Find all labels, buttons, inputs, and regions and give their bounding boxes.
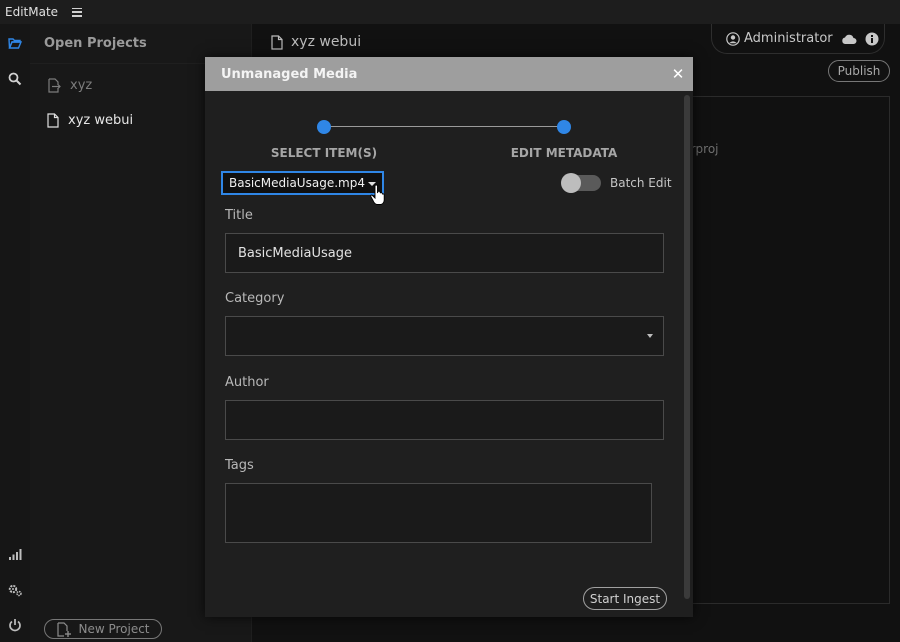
user-name: Administrator [744, 31, 833, 46]
title-label: Title [225, 208, 253, 223]
dialog-title: Unmanaged Media [221, 66, 358, 82]
tags-field[interactable] [225, 483, 652, 543]
settings-icon[interactable] [8, 583, 22, 597]
close-icon[interactable]: ✕ [663, 57, 693, 91]
cloud-icon[interactable] [841, 33, 857, 45]
hamburger-menu-icon[interactable] [72, 7, 83, 17]
chevron-down-icon [647, 334, 653, 338]
document-icon [271, 34, 283, 50]
publish-button[interactable]: Publish [828, 60, 890, 82]
author-field[interactable] [225, 400, 664, 440]
title-field[interactable]: BasicMediaUsage [225, 233, 664, 273]
batch-edit-label: Batch Edit [610, 176, 672, 190]
dialog-header: Unmanaged Media ✕ [205, 57, 693, 91]
add-file-icon [57, 621, 72, 637]
project-title-text: xyz webui [291, 34, 362, 50]
icon-rail [0, 24, 30, 642]
project-label: xyz [70, 78, 93, 93]
user-menu[interactable]: Administrator [711, 24, 885, 54]
title-bar: EditMate [0, 0, 900, 24]
tags-label: Tags [225, 458, 254, 473]
user-icon [726, 31, 740, 46]
step-dot-metadata [557, 120, 571, 134]
batch-edit-toggle[interactable] [561, 173, 601, 193]
start-ingest-button[interactable]: Start Ingest [583, 587, 667, 610]
hand-cursor-icon [370, 184, 385, 205]
unmanaged-media-dialog: Unmanaged Media ✕ SELECT ITEM(S) EDIT ME… [205, 57, 693, 617]
info-icon[interactable] [865, 32, 879, 46]
search-icon[interactable] [8, 72, 22, 86]
project-label: xyz webui [68, 113, 134, 128]
title-value: BasicMediaUsage [238, 245, 352, 261]
file-select-dropdown[interactable]: BasicMediaUsage.mp4 [221, 171, 384, 195]
project-content-panel [683, 96, 890, 604]
dialog-scrollbar[interactable] [684, 95, 690, 599]
new-project-button[interactable]: New Project [44, 619, 162, 639]
category-label: Category [225, 291, 285, 306]
new-project-label: New Project [78, 622, 150, 636]
export-file-icon [48, 78, 61, 93]
document-icon [47, 113, 59, 128]
step-label-metadata: EDIT METADATA [510, 146, 618, 160]
folder-open-icon[interactable] [8, 36, 22, 50]
signal-icon[interactable] [8, 547, 22, 561]
category-select[interactable] [225, 316, 664, 356]
power-icon[interactable] [8, 618, 22, 632]
toggle-knob [561, 173, 581, 193]
stepper-line [323, 126, 565, 127]
step-label-select: SELECT ITEM(S) [270, 146, 378, 160]
project-title: xyz webui [271, 34, 361, 50]
app-title: EditMate [5, 5, 59, 19]
author-label: Author [225, 375, 269, 390]
step-dot-select [317, 120, 331, 134]
selected-file-name: BasicMediaUsage.mp4 [229, 176, 365, 190]
